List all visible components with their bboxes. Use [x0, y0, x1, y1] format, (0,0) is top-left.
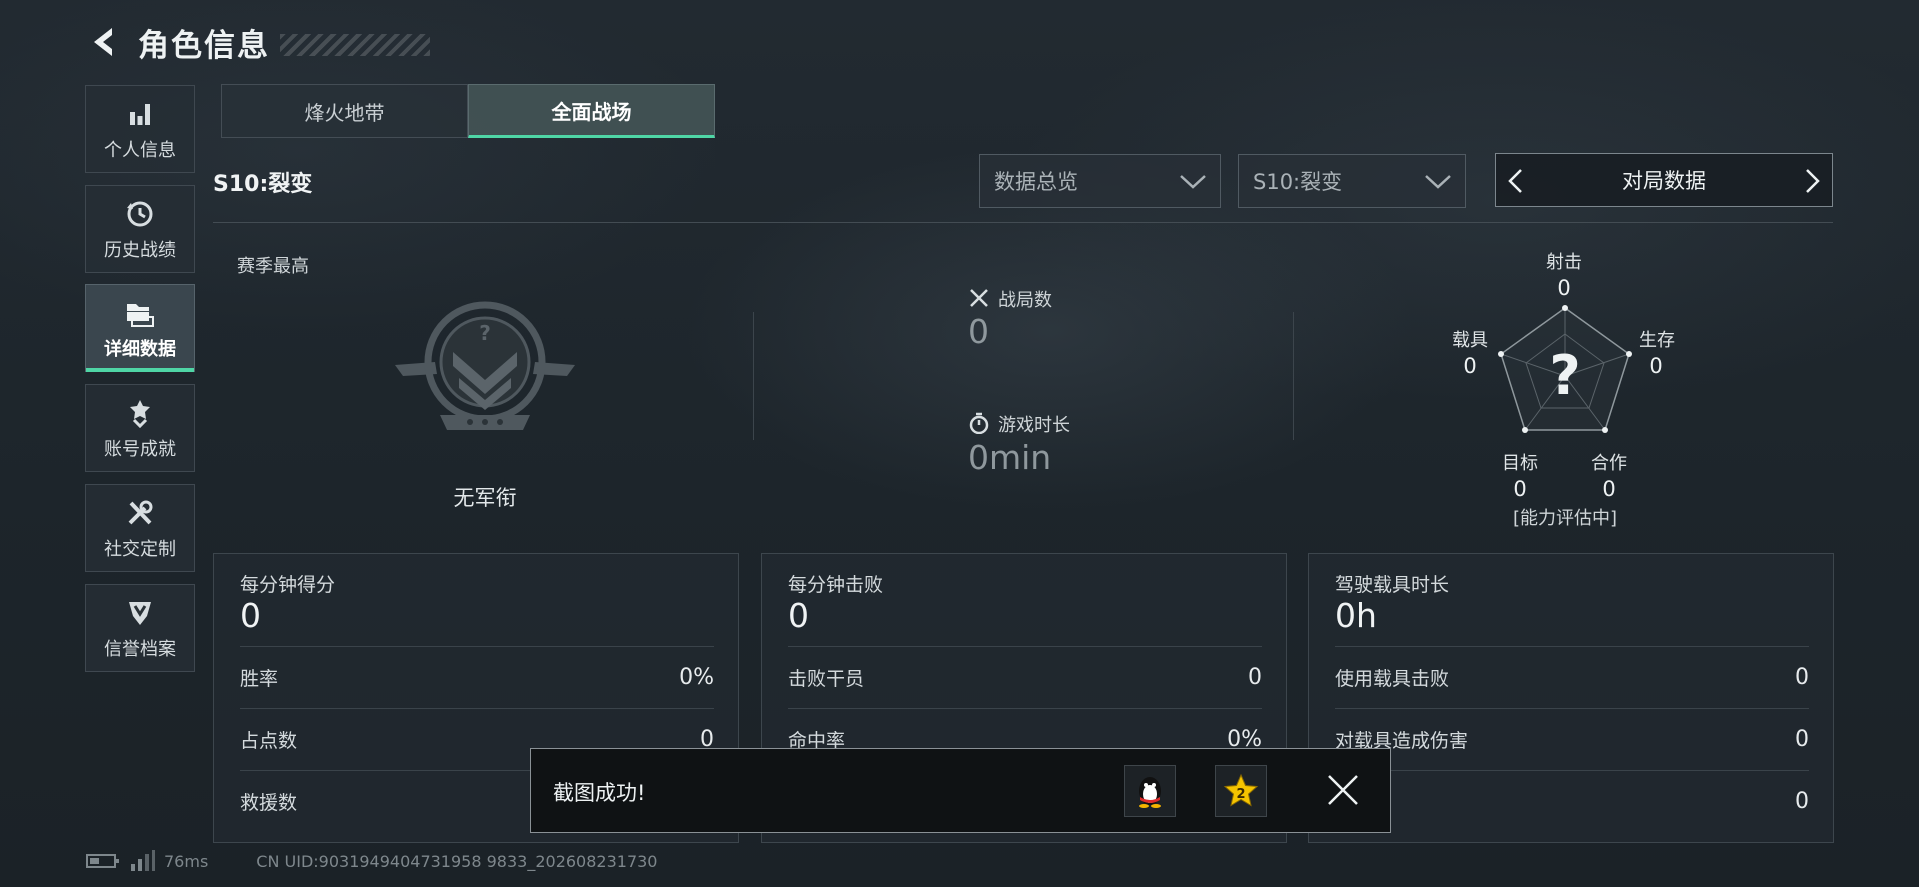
section-divider: [1293, 312, 1294, 440]
svg-text:?: ?: [479, 321, 491, 345]
playtime-value: 0min: [968, 438, 1052, 477]
radar-value-vehicle: 0: [1463, 354, 1477, 378]
qzone-star-icon: 2: [1223, 773, 1259, 807]
ping-value: 76ms: [164, 851, 209, 871]
signal-icon: [131, 850, 155, 871]
radar-label-shooting: 射击: [1546, 252, 1582, 273]
title-decoration: [280, 34, 430, 56]
sidebar-item-history[interactable]: 历史战绩: [85, 185, 195, 273]
mode-tabs: 烽火地带 全面战场: [221, 84, 715, 138]
divider: [213, 222, 1833, 223]
overview-dropdown-value: 数据总览: [994, 170, 1078, 194]
stat-label: 占点数: [240, 730, 298, 752]
radar-value-shooting: 0: [1557, 276, 1571, 300]
back-arrow-icon: [94, 28, 112, 56]
card-title: 每分钟击败: [788, 574, 884, 596]
back-button[interactable]: [84, 22, 124, 62]
card-value: 0h: [1335, 596, 1377, 635]
tab-blazing-zone[interactable]: 烽火地带: [221, 84, 468, 138]
stat-row: 击败干员 0: [788, 646, 1262, 708]
page-title: 角色信息: [138, 27, 270, 64]
card-title: 每分钟得分: [240, 574, 336, 596]
radar-value-survival: 0: [1649, 354, 1663, 378]
share-qq-button[interactable]: [1124, 765, 1176, 817]
wrench-tools-icon: [125, 495, 155, 531]
sidebar-item-label: 社交定制: [104, 539, 176, 560]
overview-dropdown[interactable]: 数据总览: [979, 154, 1221, 208]
stopwatch-icon: [969, 412, 989, 434]
sidebar-item-personal-info[interactable]: 个人信息: [85, 85, 195, 173]
stat-label: 胜率: [240, 668, 279, 690]
shield-badge-icon: [125, 595, 155, 631]
rank-name: 无军衔: [453, 486, 517, 510]
radar-status: [能力评估中]: [1512, 508, 1618, 529]
matches-label: 战局数: [998, 290, 1052, 311]
stat-row: 使用载具击败 0: [1335, 646, 1809, 708]
uid-text: CN UID:9031949404731958 9833_20260823173…: [256, 851, 658, 871]
sidebar-item-label: 信誉档案: [104, 639, 176, 660]
radar-label-objective: 目标: [1502, 453, 1538, 474]
battery-icon: [86, 854, 119, 868]
radar-center-mark: ?: [1549, 344, 1581, 407]
status-bar: 76ms CN UID:9031949404731958 9833_202608…: [86, 850, 657, 872]
sidebar-item-detailed-data[interactable]: 详细数据: [85, 284, 195, 372]
radar-label-vehicle: 载具: [1452, 330, 1488, 351]
tab-full-battlefield[interactable]: 全面战场: [468, 84, 715, 138]
sidebar-item-label: 详细数据: [104, 339, 176, 360]
season-title: S10:裂变: [213, 172, 313, 197]
category-label: 对局数据: [1622, 169, 1706, 193]
share-qzone-button[interactable]: 2: [1215, 765, 1267, 817]
stat-row: 具0: [1335, 770, 1809, 832]
stat-value: 0: [1795, 665, 1809, 690]
sidebar-item-credit-record[interactable]: 信誉档案: [85, 584, 195, 672]
page-header: 角色信息: [84, 18, 430, 66]
radar-label-survival: 生存: [1639, 330, 1675, 351]
screenshot-toast: 截图成功! 2: [530, 748, 1391, 833]
stat-value: 0%: [679, 665, 714, 690]
rank-emblem-icon: ?: [395, 301, 575, 430]
sidebar-item-social-custom[interactable]: 社交定制: [85, 484, 195, 572]
toast-message: 截图成功!: [553, 781, 646, 805]
radar-value-objective: 0: [1513, 477, 1527, 501]
matches-value: 0: [968, 312, 989, 351]
card-title: 驾驶载具时长: [1335, 574, 1450, 596]
stat-value: 0: [1795, 789, 1809, 814]
chevron-left-icon[interactable]: [1506, 168, 1526, 194]
season-dropdown-value: S10:裂变: [1253, 170, 1343, 194]
sidebar-item-label: 个人信息: [104, 140, 176, 161]
chevron-down-icon: [1180, 175, 1206, 189]
qq-penguin-icon: [1139, 777, 1161, 808]
chevron-down-icon: [1425, 175, 1451, 189]
season-best-label: 赛季最高: [237, 256, 309, 277]
sidebar-item-achievements[interactable]: 账号成就: [85, 384, 195, 472]
stat-value: 0: [1795, 727, 1809, 752]
season-dropdown[interactable]: S10:裂变: [1238, 154, 1466, 208]
radar-label-cooperation: 合作: [1591, 453, 1627, 474]
section-divider: [753, 312, 754, 440]
medal-icon: [125, 395, 155, 431]
history-clock-icon: [125, 196, 155, 232]
bar-chart-icon: [126, 96, 154, 132]
card-value: 0: [788, 596, 809, 635]
chevron-right-icon[interactable]: [1802, 168, 1822, 194]
folder-icon: [125, 295, 155, 331]
category-switcher: 对局数据: [1495, 153, 1833, 207]
sidebar-item-label: 历史战绩: [104, 240, 176, 261]
radar-value-cooperation: 0: [1602, 477, 1616, 501]
stat-label: 击败干员: [788, 668, 865, 690]
sidebar-item-label: 账号成就: [104, 439, 176, 460]
close-icon[interactable]: [1326, 773, 1360, 807]
stat-row: 胜率 0%: [240, 646, 714, 708]
stat-value: 0: [1248, 665, 1262, 690]
stat-row: 对载具造成伤害 0: [1335, 708, 1809, 770]
playtime-label: 游戏时长: [998, 415, 1070, 436]
crossed-swords-icon: [970, 289, 988, 307]
card-value: 0: [240, 596, 261, 635]
svg-text:2: 2: [1236, 787, 1245, 802]
stat-label: 救援数: [240, 792, 298, 814]
stat-label: 使用载具击败: [1335, 668, 1450, 690]
